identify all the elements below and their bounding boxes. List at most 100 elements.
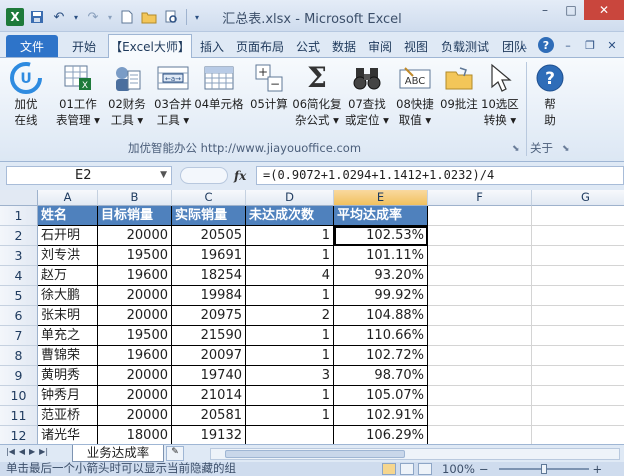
prev-sheet-icon[interactable]: ◀	[19, 447, 25, 456]
column-header[interactable]: F	[428, 190, 532, 206]
row-header[interactable]: 1	[0, 206, 38, 226]
row-header[interactable]: 10	[0, 386, 38, 406]
table-cell[interactable]: 黄明秀	[38, 366, 98, 386]
workbook-close-icon[interactable]: ✕	[604, 37, 620, 53]
table-cell[interactable]	[428, 406, 532, 426]
column-header[interactable]: B	[98, 190, 172, 206]
table-cell[interactable]	[428, 386, 532, 406]
table-cell[interactable]: 20000	[98, 406, 172, 426]
calculate-button[interactable]: + − 05计算	[246, 62, 292, 112]
table-cell[interactable]: 19600	[98, 266, 172, 286]
scrollbar-thumb[interactable]	[225, 450, 405, 458]
row-header[interactable]: 4	[0, 266, 38, 286]
zoom-level[interactable]: 100%	[442, 462, 475, 476]
table-cell[interactable]	[532, 206, 624, 226]
maximize-button[interactable]: □	[558, 0, 584, 20]
table-cell[interactable]: 曹锦荣	[38, 346, 98, 366]
table-cell[interactable]	[532, 306, 624, 326]
tab-excel-master[interactable]: 【Excel大师】	[108, 34, 192, 58]
table-cell[interactable]	[428, 266, 532, 286]
column-header[interactable]: E	[334, 190, 428, 206]
table-cell[interactable]: 93.20%	[334, 266, 428, 286]
table-cell[interactable]: 赵万	[38, 266, 98, 286]
table-cell[interactable]: 钟秀月	[38, 386, 98, 406]
table-cell[interactable]	[532, 326, 624, 346]
table-cell[interactable]	[428, 346, 532, 366]
table-cell[interactable]	[428, 306, 532, 326]
table-cell[interactable]: 20505	[172, 226, 246, 246]
jiayou-online-button[interactable]: U 加优 在线	[6, 62, 46, 128]
tab-data[interactable]: 数据	[328, 35, 360, 57]
minimize-ribbon-icon[interactable]: ▵	[516, 37, 532, 53]
column-header[interactable]: A	[38, 190, 98, 206]
table-cell[interactable]: 1	[246, 286, 334, 306]
selection-convert-button[interactable]: 10选区 转换 ▾	[478, 62, 522, 128]
find-locate-button[interactable]: 07查找 或定位 ▾	[344, 62, 390, 128]
page-break-view-icon[interactable]	[418, 463, 432, 475]
workbook-minimize-icon[interactable]: –	[560, 37, 576, 53]
table-cell[interactable]: 20975	[172, 306, 246, 326]
table-cell[interactable]: 99.92%	[334, 286, 428, 306]
tab-page-layout[interactable]: 页面布局	[232, 35, 288, 57]
spreadsheet-grid[interactable]: A B C D E F G 1 姓名 目标销量 实际销量 未达成次数 平均达成率 2 石开明 20000 205…	[0, 190, 624, 444]
table-cell[interactable]	[532, 266, 624, 286]
table-cell[interactable]: 19691	[172, 246, 246, 266]
table-cell[interactable]	[532, 346, 624, 366]
row-header[interactable]: 2	[0, 226, 38, 246]
simplify-formula-button[interactable]: Σ 06简化复 杂公式 ▾	[292, 62, 342, 128]
table-cell[interactable]: 106.29%	[334, 426, 428, 444]
zoom-in-icon[interactable]: +	[593, 462, 603, 476]
column-header[interactable]: G	[532, 190, 624, 206]
row-header[interactable]: 6	[0, 306, 38, 326]
tab-formulas[interactable]: 公式	[292, 35, 324, 57]
table-cell[interactable]	[532, 286, 624, 306]
table-cell[interactable]: 范亚桥	[38, 406, 98, 426]
table-cell[interactable]: 石开明	[38, 226, 98, 246]
table-cell[interactable]	[532, 426, 624, 444]
table-cell[interactable]	[532, 366, 624, 386]
help-button[interactable]: ? 帮助	[530, 62, 570, 128]
row-header[interactable]: 7	[0, 326, 38, 346]
table-cell[interactable]	[428, 286, 532, 306]
cell-tools-button[interactable]: 04单元格	[194, 62, 244, 112]
table-cell[interactable]: 20000	[98, 366, 172, 386]
table-cell[interactable]: 刘专洪	[38, 246, 98, 266]
table-cell[interactable]	[428, 426, 532, 444]
table-cell[interactable]: 18000	[98, 426, 172, 444]
table-cell[interactable]: 110.66%	[334, 326, 428, 346]
table-cell[interactable]: 1	[246, 226, 334, 246]
row-header[interactable]: 11	[0, 406, 38, 426]
table-cell[interactable]: 21590	[172, 326, 246, 346]
table-cell[interactable]: 19740	[172, 366, 246, 386]
table-cell[interactable]: 徐大鹏	[38, 286, 98, 306]
header-cell[interactable]: 姓名	[38, 206, 98, 226]
table-cell[interactable]: 4	[246, 266, 334, 286]
tab-review[interactable]: 审阅	[364, 35, 396, 57]
header-cell[interactable]: 目标销量	[98, 206, 172, 226]
comment-button[interactable]: 09批注	[436, 62, 482, 112]
table-cell[interactable]: 19500	[98, 246, 172, 266]
table-cell[interactable]: 20097	[172, 346, 246, 366]
horizontal-scrollbar[interactable]	[210, 448, 620, 460]
table-cell[interactable]	[532, 386, 624, 406]
tab-file[interactable]: 文件	[6, 35, 58, 57]
table-cell[interactable]	[246, 426, 334, 444]
tab-load-test[interactable]: 负载测试	[436, 35, 494, 57]
table-cell[interactable]: 1	[246, 386, 334, 406]
row-header[interactable]: 12	[0, 426, 38, 444]
close-button[interactable]: ✕	[584, 0, 624, 20]
merge-tools-button[interactable]: ←a→ 03合并 工具 ▾	[150, 62, 196, 128]
table-cell[interactable]: 21014	[172, 386, 246, 406]
table-cell[interactable]: 102.72%	[334, 346, 428, 366]
column-header[interactable]: C	[172, 190, 246, 206]
table-cell[interactable]	[428, 206, 532, 226]
table-cell[interactable]: 98.70%	[334, 366, 428, 386]
table-cell[interactable]: 19984	[172, 286, 246, 306]
header-cell[interactable]: 平均达成率	[334, 206, 428, 226]
table-cell[interactable]: 102.91%	[334, 406, 428, 426]
table-cell[interactable]: 1	[246, 346, 334, 366]
finance-tools-button[interactable]: 02财务 工具 ▾	[104, 62, 150, 128]
row-header[interactable]: 3	[0, 246, 38, 266]
next-sheet-icon[interactable]: ▶	[29, 447, 35, 456]
help-icon[interactable]: ?	[538, 37, 554, 53]
